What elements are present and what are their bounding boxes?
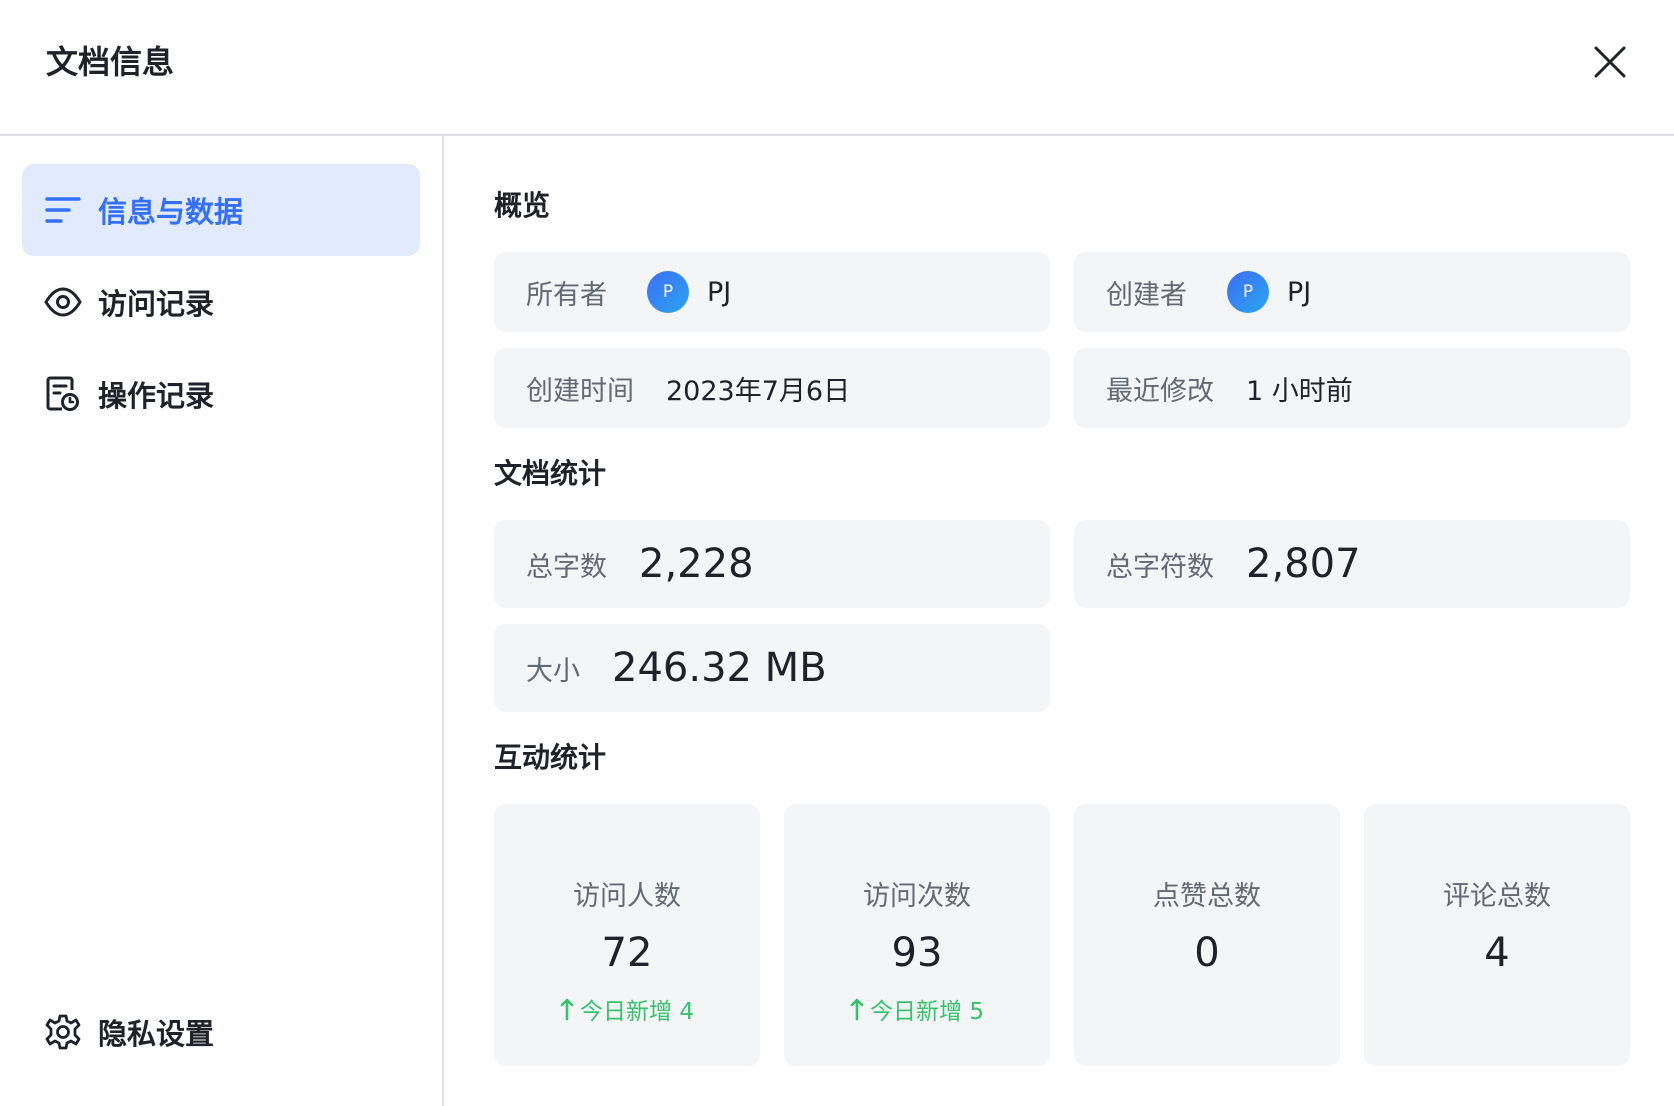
dialog-title: 文档信息 bbox=[46, 43, 175, 81]
stat-label: 访问人数 bbox=[573, 881, 681, 912]
privacy-settings-label: 隐私设置 bbox=[98, 1017, 215, 1051]
modified-time-value: 1 小时前 bbox=[1246, 375, 1353, 407]
char-count-card: 总字符数 2,807 bbox=[1074, 520, 1630, 608]
stat-delta: 今日新增 5 bbox=[784, 992, 1050, 1026]
stat-value: 72 bbox=[601, 930, 653, 976]
stat-card-visitors: 访问人数 72 今日新增 4 bbox=[494, 804, 760, 1066]
stat-value: 0 bbox=[1194, 930, 1220, 976]
close-icon bbox=[1594, 46, 1626, 78]
word-count-label: 总字数 bbox=[526, 551, 607, 583]
stat-delta-text: 今日新增 5 bbox=[870, 999, 984, 1025]
sidebar-item-label: 访问记录 bbox=[98, 287, 215, 321]
owner-card: 所有者 P PJ bbox=[494, 252, 1050, 332]
size-label: 大小 bbox=[526, 655, 580, 687]
sidebar: 信息与数据 访问记录 操作记录 隐私设置 bbox=[0, 136, 444, 1106]
created-time-card: 创建时间 2023年7月6日 bbox=[494, 348, 1050, 428]
creator-name[interactable]: PJ bbox=[1287, 277, 1311, 308]
stat-label: 评论总数 bbox=[1443, 881, 1551, 912]
sidebar-item-label: 信息与数据 bbox=[98, 195, 244, 229]
stat-value: 4 bbox=[1484, 930, 1510, 976]
stat-card-comments: 评论总数 4 bbox=[1364, 804, 1630, 1066]
modified-time-card: 最近修改 1 小时前 bbox=[1074, 348, 1630, 428]
modified-time-label: 最近修改 bbox=[1106, 375, 1214, 407]
size-value: 246.32 MB bbox=[612, 645, 827, 691]
avatar[interactable]: P bbox=[647, 271, 689, 313]
overview-title: 概览 bbox=[494, 189, 551, 222]
size-card: 大小 246.32 MB bbox=[494, 624, 1050, 712]
stat-card-likes: 点赞总数 0 bbox=[1074, 804, 1340, 1066]
char-count-label: 总字符数 bbox=[1106, 551, 1214, 583]
close-button[interactable] bbox=[1586, 38, 1634, 86]
interaction-stats-title: 互动统计 bbox=[494, 741, 607, 774]
stat-delta-text: 今日新增 4 bbox=[580, 999, 694, 1025]
document-clock-icon bbox=[44, 375, 82, 413]
stat-delta: 今日新增 4 bbox=[494, 992, 760, 1026]
stat-label: 访问次数 bbox=[863, 881, 971, 912]
creator-card: 创建者 P PJ bbox=[1074, 252, 1630, 332]
eye-icon bbox=[44, 283, 82, 321]
sidebar-item-operation-records[interactable]: 操作记录 bbox=[22, 348, 420, 440]
stat-card-visits: 访问次数 93 今日新增 5 bbox=[784, 804, 1050, 1066]
sidebar-item-visit-records[interactable]: 访问记录 bbox=[22, 256, 420, 348]
sidebar-item-info-data[interactable]: 信息与数据 bbox=[22, 164, 420, 256]
word-count-value: 2,228 bbox=[639, 541, 754, 587]
stat-label: 点赞总数 bbox=[1153, 881, 1261, 912]
char-count-value: 2,807 bbox=[1246, 541, 1361, 587]
stat-value: 93 bbox=[891, 930, 943, 976]
owner-label: 所有者 bbox=[526, 279, 607, 311]
arrow-up-icon bbox=[850, 998, 864, 1021]
creator-label: 创建者 bbox=[1106, 279, 1187, 311]
owner-name[interactable]: PJ bbox=[707, 277, 731, 308]
gear-icon bbox=[44, 1013, 82, 1051]
privacy-settings-button[interactable]: 隐私设置 bbox=[22, 986, 420, 1078]
list-icon bbox=[44, 191, 82, 229]
sidebar-item-label: 操作记录 bbox=[98, 379, 215, 413]
created-time-label: 创建时间 bbox=[526, 375, 634, 407]
created-time-value: 2023年7月6日 bbox=[666, 375, 851, 407]
dialog-header: 文档信息 bbox=[0, 0, 1674, 136]
avatar[interactable]: P bbox=[1227, 271, 1269, 313]
arrow-up-icon bbox=[560, 998, 574, 1021]
doc-stats-title: 文档统计 bbox=[494, 457, 607, 490]
word-count-card: 总字数 2,228 bbox=[494, 520, 1050, 608]
